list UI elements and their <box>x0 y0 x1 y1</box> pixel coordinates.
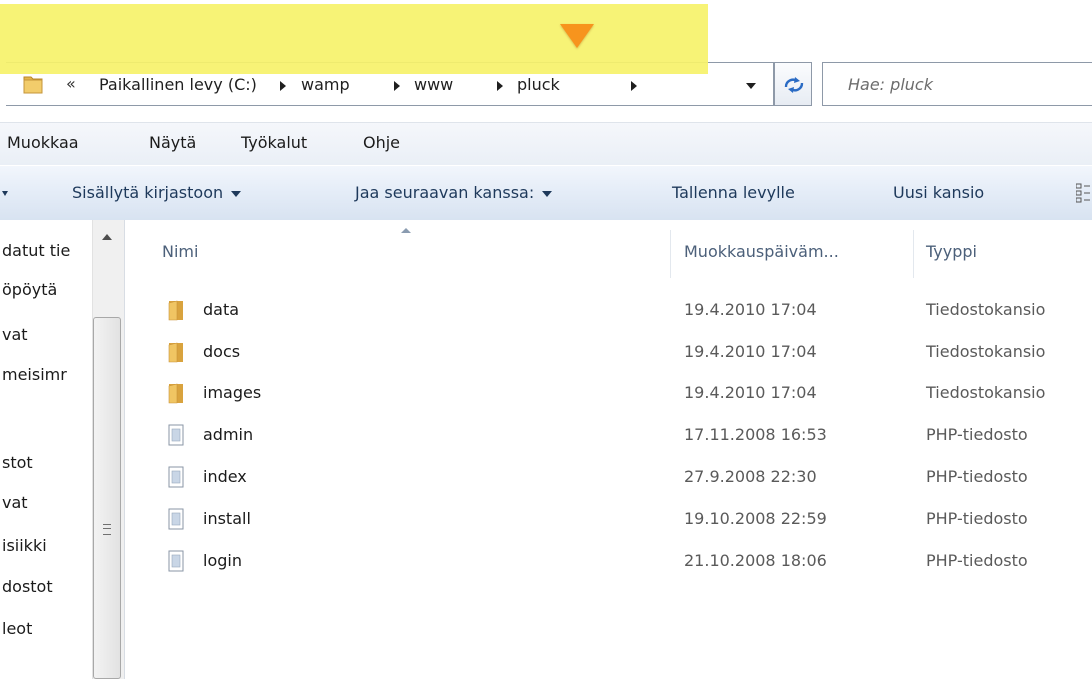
search-input[interactable] <box>823 63 1092 105</box>
share-with-label: Jaa seuraavan kanssa: <box>355 183 535 202</box>
refresh-button[interactable] <box>774 62 812 106</box>
menu-tools[interactable]: Työkalut <box>241 133 307 152</box>
file-date: 27.9.2008 22:30 <box>684 467 817 486</box>
file-date: 19.4.2010 17:04 <box>684 383 817 402</box>
nav-scroll-thumb[interactable] <box>93 317 121 679</box>
scroll-grip-icon <box>103 524 111 535</box>
menu-help[interactable]: Ohje <box>363 133 400 152</box>
nav-item-favorites[interactable]: datut tie <box>2 241 70 260</box>
menu-view[interactable]: Näytä <box>149 133 196 152</box>
file-name: index <box>203 467 247 486</box>
arrow-down-icon <box>560 24 594 48</box>
breadcrumb-item-pluck[interactable]: pluck <box>517 75 560 94</box>
breadcrumb-separator-icon[interactable] <box>497 81 503 91</box>
nav-item-documents[interactable]: dostot <box>2 577 53 596</box>
nav-item-recent[interactable]: vat <box>2 325 28 344</box>
search-box[interactable] <box>822 62 1092 106</box>
view-options-icon[interactable] <box>1076 183 1090 203</box>
breadcrumb-item-wamp[interactable]: wamp <box>301 75 350 94</box>
php-file-icon <box>168 466 184 488</box>
include-in-library-label: Sisällytä kirjastoon <box>72 183 224 202</box>
nav-item-libraries[interactable]: stot <box>2 453 33 472</box>
file-row[interactable]: admin 17.11.2008 16:53 PHP-tiedosto <box>125 415 1092 455</box>
command-bar: Sisällytä kirjastoon Jaa seuraavan kanss… <box>0 165 1092 221</box>
file-row[interactable]: index 27.9.2008 22:30 PHP-tiedosto <box>125 457 1092 497</box>
file-date: 17.11.2008 16:53 <box>684 425 827 444</box>
breadcrumb-separator-icon[interactable] <box>394 81 400 91</box>
column-header-date-modified[interactable]: Muokkauspäiväm... <box>684 242 839 261</box>
file-date: 21.10.2008 18:06 <box>684 551 827 570</box>
sort-ascending-icon <box>401 228 411 233</box>
nav-item-videos[interactable]: leot <box>2 619 32 638</box>
file-type: PHP-tiedosto <box>926 509 1028 528</box>
file-row[interactable]: docs 19.4.2010 17:04 Tiedostokansio <box>125 332 1092 372</box>
breadcrumb-separator-icon[interactable] <box>280 81 286 91</box>
file-type: Tiedostokansio <box>926 300 1046 319</box>
file-type: PHP-tiedosto <box>926 425 1028 444</box>
folder-icon <box>168 300 183 321</box>
refresh-icon <box>784 77 804 93</box>
nav-scrollbar[interactable] <box>92 220 125 679</box>
include-in-library-button[interactable]: Sisällytä kirjastoon <box>72 183 242 202</box>
folder-icon <box>23 76 43 94</box>
column-divider[interactable] <box>670 230 671 278</box>
nav-item-desktop[interactable]: öpöytä <box>2 280 57 299</box>
column-header-type[interactable]: Tyyppi <box>926 242 977 261</box>
breadcrumb-item-www[interactable]: www <box>414 75 453 94</box>
column-divider[interactable] <box>913 230 914 278</box>
chevron-down-icon <box>231 190 242 197</box>
folder-icon <box>168 342 183 363</box>
navigation-pane: datut tie öpöytä vat meisimr stot vat is… <box>0 220 125 679</box>
breadcrumb-item-local-disk[interactable]: Paikallinen levy (C:) <box>99 75 257 94</box>
file-name: install <box>203 509 251 528</box>
file-name: login <box>203 551 242 570</box>
file-name: images <box>203 383 262 402</box>
nav-item-pictures[interactable]: vat <box>2 493 28 512</box>
file-list: Nimi Muokkauspäiväm... Tyyppi data 19.4.… <box>125 220 1092 679</box>
nav-item-music[interactable]: isiikki <box>2 536 47 555</box>
file-row[interactable]: login 21.10.2008 18:06 PHP-tiedosto <box>125 541 1092 581</box>
chevron-down-icon <box>542 190 553 197</box>
file-type: PHP-tiedosto <box>926 551 1028 570</box>
file-name: admin <box>203 425 254 444</box>
file-type: Tiedostokansio <box>926 383 1046 402</box>
address-history-dropdown-icon[interactable] <box>746 83 756 89</box>
organize-dropdown-icon[interactable] <box>2 191 8 196</box>
file-row[interactable]: install 19.10.2008 22:59 PHP-tiedosto <box>125 499 1092 539</box>
php-file-icon <box>168 550 184 572</box>
scroll-up-icon[interactable] <box>102 234 112 240</box>
file-name: data <box>203 300 240 319</box>
new-folder-button[interactable]: Uusi kansio <box>893 183 984 202</box>
folder-icon <box>168 383 183 404</box>
file-type: Tiedostokansio <box>926 342 1046 361</box>
burn-button[interactable]: Tallenna levylle <box>672 183 795 202</box>
column-header-name[interactable]: Nimi <box>162 242 198 261</box>
file-date: 19.4.2010 17:04 <box>684 342 817 361</box>
breadcrumb-overflow-button[interactable]: « <box>66 74 76 93</box>
breadcrumb-separator-icon[interactable] <box>631 81 637 91</box>
share-with-button[interactable]: Jaa seuraavan kanssa: <box>355 183 553 202</box>
file-date: 19.10.2008 22:59 <box>684 509 827 528</box>
php-file-icon <box>168 508 184 530</box>
menu-bar: Muokkaa Näytä Työkalut Ohje <box>0 122 1092 165</box>
menu-edit[interactable]: Muokkaa <box>7 133 79 152</box>
highlight-overlay <box>0 4 708 74</box>
file-row[interactable]: data 19.4.2010 17:04 Tiedostokansio <box>125 290 1092 330</box>
nav-item-recent-places[interactable]: meisimr <box>2 365 67 384</box>
file-date: 19.4.2010 17:04 <box>684 300 817 319</box>
php-file-icon <box>168 424 184 446</box>
file-row[interactable]: images 19.4.2010 17:04 Tiedostokansio <box>125 373 1092 413</box>
file-name: docs <box>203 342 241 361</box>
file-type: PHP-tiedosto <box>926 467 1028 486</box>
